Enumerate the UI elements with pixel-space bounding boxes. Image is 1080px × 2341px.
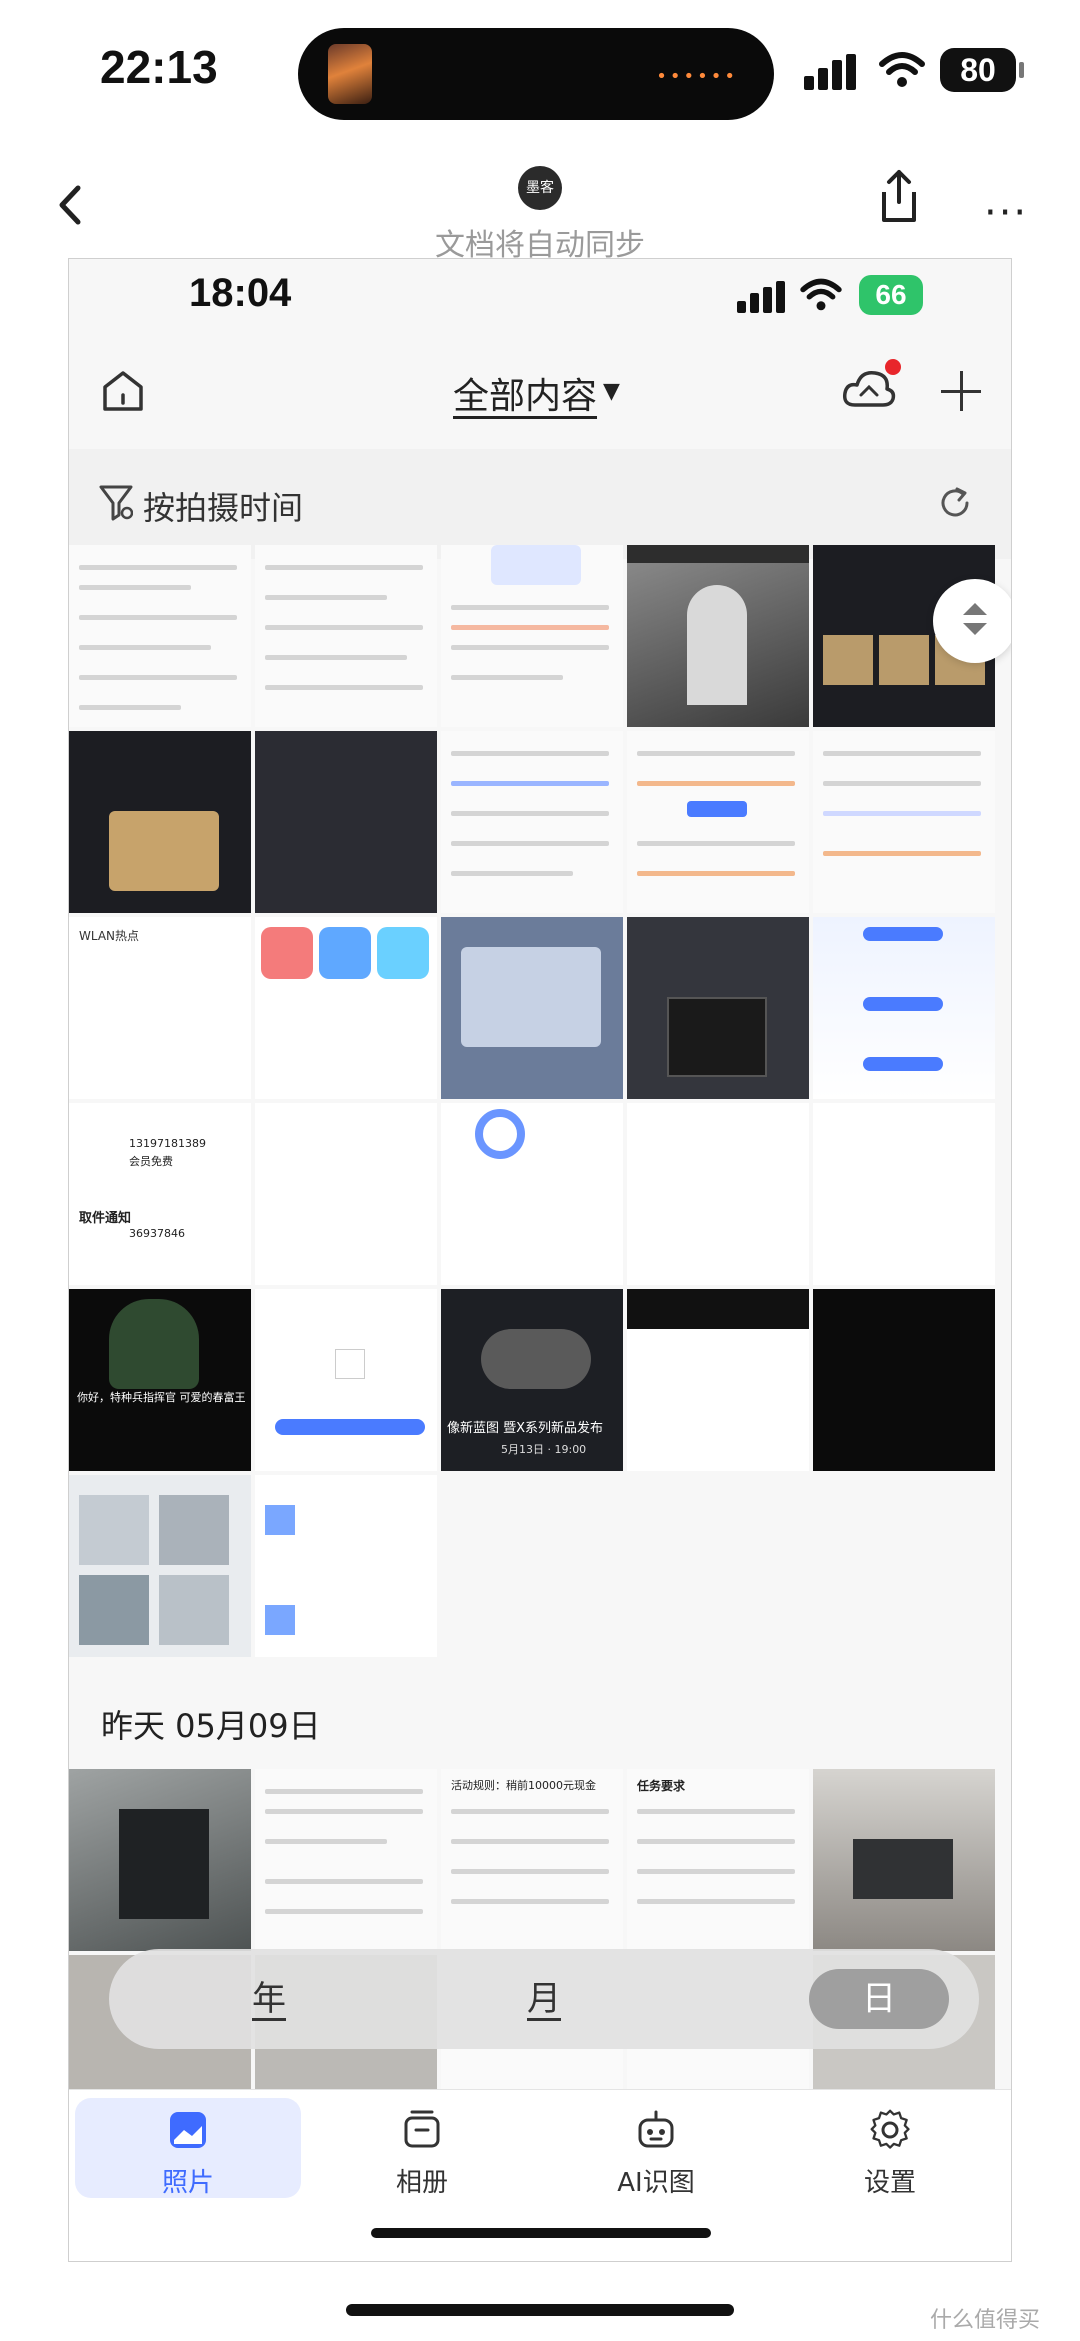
tile-caption: 36937846 — [129, 1227, 185, 1240]
audio-waveform-icon: •••••• — [656, 66, 738, 87]
photo-thumbnail[interactable] — [255, 731, 437, 913]
photo-thumbnail[interactable] — [627, 1103, 809, 1285]
date-section-header: 昨天 05月09日 — [101, 1707, 321, 1745]
photo-thumbnail[interactable] — [627, 545, 809, 727]
photo-thumbnail[interactable] — [813, 1289, 995, 1471]
photo-thumbnail[interactable] — [627, 1289, 809, 1471]
tab-settings-label: 设置 — [863, 2168, 916, 2198]
photo-thumbnail[interactable] — [441, 917, 623, 1099]
album-icon — [404, 2110, 440, 2148]
home-indicator[interactable] — [346, 2304, 734, 2316]
refresh-icon[interactable] — [937, 485, 973, 521]
photo-grid: WLAN热点 取件通知 36937846 13197181389 会员免费 你好… — [69, 545, 1011, 1661]
segment-year[interactable]: 年 — [219, 1969, 319, 2029]
cellular-signal-icon — [804, 54, 864, 90]
photo-thumbnail[interactable]: 你好，特种兵指挥官 可爱的春富王 — [69, 1289, 251, 1471]
tile-caption: 会员免费 — [129, 1155, 173, 1168]
tile-caption: 取件通知 — [79, 1211, 132, 1226]
photo-thumbnail[interactable] — [627, 731, 809, 913]
segment-day[interactable]: 日 — [809, 1969, 949, 2029]
status-time: 22:13 — [100, 41, 218, 93]
share-icon[interactable] — [876, 168, 922, 224]
photo-thumbnail[interactable] — [441, 1103, 623, 1285]
photo-thumbnail[interactable] — [813, 1475, 995, 1657]
tile-caption: 任务要求 — [637, 1779, 686, 1793]
gallery-nav-bar: 全部内容 ▼ — [69, 339, 1011, 449]
photo-thumbnail[interactable] — [255, 1103, 437, 1285]
photo-thumbnail[interactable] — [255, 1769, 437, 1951]
photo-thumbnail[interactable] — [813, 1103, 995, 1285]
chevron-down-icon[interactable]: ▼ — [603, 379, 620, 404]
photo-thumbnail[interactable] — [69, 731, 251, 913]
photo-thumbnail[interactable]: 活动规则：稍前10000元现金 — [441, 1769, 623, 1951]
photo-thumbnail[interactable] — [255, 545, 437, 727]
tab-settings[interactable]: 设置 — [777, 2098, 1003, 2198]
photo-thumbnail[interactable]: WLAN热点 — [69, 917, 251, 1099]
notification-badge — [885, 359, 901, 375]
tab-albums[interactable]: 相册 — [309, 2098, 535, 2198]
segment-month[interactable]: 月 — [494, 1969, 594, 2029]
photo-thumbnail[interactable] — [441, 1475, 623, 1657]
home-icon[interactable] — [99, 367, 147, 415]
tab-ai-recognition-label: AI识图 — [617, 2168, 695, 2198]
photo-thumbnail[interactable] — [441, 731, 623, 913]
tile-caption: 13197181389 — [129, 1137, 206, 1150]
photo-thumbnail[interactable] — [69, 545, 251, 727]
inner-battery-indicator: 66 — [859, 275, 923, 315]
tile-caption: 活动规则：稍前10000元现金 — [451, 1779, 596, 1792]
tile-caption: WLAN热点 — [79, 929, 140, 943]
now-playing-thumbnail — [328, 44, 372, 104]
inner-home-indicator — [371, 2228, 711, 2238]
photo-thumbnail[interactable] — [441, 545, 623, 727]
tab-photos[interactable]: 照片 — [75, 2098, 301, 2198]
photo-thumbnail[interactable]: 任务要求 — [627, 1769, 809, 1951]
photo-thumbnail[interactable] — [627, 917, 809, 1099]
inner-status-time: 18:04 — [189, 271, 292, 315]
wifi-icon — [879, 52, 925, 87]
app-header: 墨客 文档将自动同步 ··· — [0, 150, 1080, 263]
app-logo: 墨客 — [518, 166, 562, 210]
robot-icon — [638, 2110, 674, 2148]
photo-thumbnail[interactable] — [813, 917, 995, 1099]
tab-photos-label: 照片 — [161, 2168, 214, 2198]
photo-thumbnail[interactable] — [813, 1769, 995, 1951]
photo-thumbnail[interactable] — [813, 731, 995, 913]
filter-icon[interactable] — [99, 483, 133, 521]
status-bar: 22:13 •••••• 80 — [0, 0, 1080, 150]
tile-caption: 像新蓝图 暨X系列新品发布 — [447, 1421, 604, 1436]
tab-albums-label: 相册 — [395, 2168, 448, 2198]
watermark-text: 什么值得买 — [930, 2308, 1041, 2333]
photo-thumbnail[interactable]: 像新蓝图 暨X系列新品发布 5月13日 · 19:00 — [441, 1289, 623, 1471]
dynamic-island[interactable]: •••••• — [298, 28, 774, 120]
battery-indicator: 80 — [940, 48, 1024, 92]
tab-ai-recognition[interactable]: AI识图 — [543, 2098, 769, 2198]
content-filter-dropdown[interactable]: 全部内容 — [453, 367, 597, 419]
photo-thumbnail[interactable] — [627, 1475, 809, 1657]
photo-thumbnail[interactable] — [69, 1769, 251, 1951]
inner-wifi-icon — [800, 278, 842, 311]
fast-scroll-handle[interactable] — [933, 579, 1011, 663]
more-options-button[interactable]: ··· — [984, 190, 1028, 236]
inner-status-bar: 18:04 66 — [69, 259, 1011, 339]
tile-caption: 你好，特种兵指挥官 可爱的春富王 — [77, 1391, 246, 1404]
gear-icon — [870, 2109, 910, 2149]
sort-by-capture-time[interactable]: 按拍摄时间 — [143, 483, 303, 529]
photo-thumbnail[interactable] — [69, 1475, 251, 1657]
photo-thumbnail[interactable]: 取件通知 36937846 13197181389 会员免费 — [69, 1103, 251, 1285]
tile-caption: 5月13日 · 19:00 — [501, 1443, 587, 1456]
inner-signal-icon — [737, 281, 787, 313]
add-button[interactable] — [941, 371, 981, 411]
photo-thumbnail[interactable] — [255, 1475, 437, 1657]
photo-icon — [170, 2112, 206, 2148]
photo-thumbnail[interactable] — [255, 1289, 437, 1471]
sort-filter-row: 按拍摄时间 — [69, 449, 1011, 559]
embedded-screenshot: 18:04 66 全部内容 ▼ 按拍摄时间 WLAN热点 取件通知 369378… — [68, 258, 1012, 2262]
bottom-tab-bar: 照片 相册 AI识图 设置 — [69, 2089, 1011, 2261]
time-scale-segmented-control: 年 月 日 — [109, 1949, 979, 2049]
photo-thumbnail[interactable] — [255, 917, 437, 1099]
